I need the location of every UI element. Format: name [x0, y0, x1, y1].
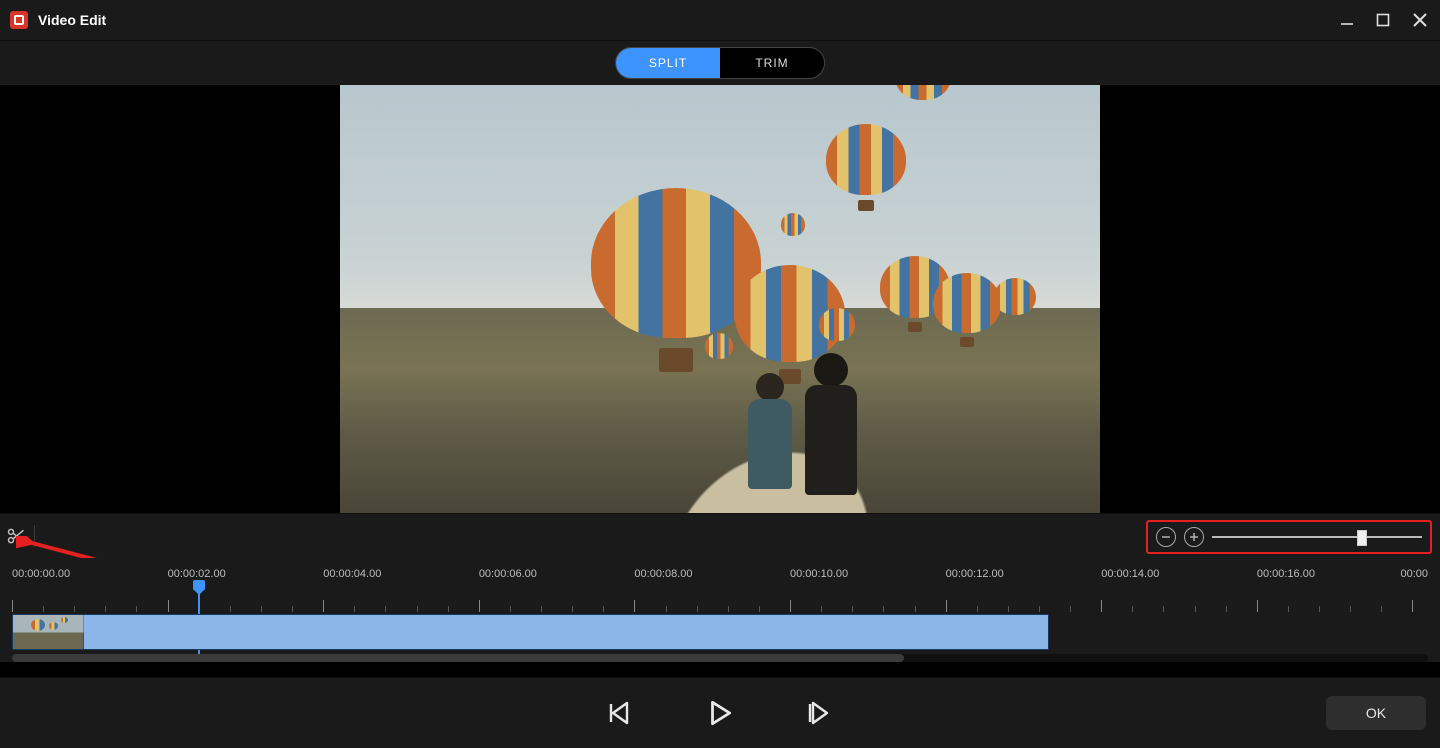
window-title: Video Edit — [38, 12, 106, 28]
ruler-label: 00:00:10.00 — [790, 568, 848, 580]
step-forward-button[interactable] — [805, 699, 833, 727]
timeline-track[interactable] — [12, 614, 1428, 648]
ruler-label: 00:00:06.00 — [479, 568, 537, 580]
ruler-label: 00:00:00.00 — [12, 568, 70, 580]
timeline-toolbar — [0, 513, 1440, 558]
clip-thumbnail — [13, 615, 84, 649]
split-scissors-button[interactable] — [4, 524, 28, 548]
tab-trim[interactable]: TRIM — [720, 48, 824, 78]
toolbar-divider — [34, 525, 35, 547]
playback-controls: OK — [0, 677, 1440, 748]
zoom-out-button[interactable] — [1156, 527, 1176, 547]
tab-split[interactable]: SPLIT — [616, 48, 720, 78]
ruler-label: 00:00:14.00 — [1101, 568, 1159, 580]
scissors-icon — [6, 526, 26, 546]
zoom-in-button[interactable] — [1184, 527, 1204, 547]
video-preview[interactable] — [340, 85, 1100, 513]
play-button[interactable] — [705, 698, 735, 728]
ruler-label: 00:00:04.00 — [323, 568, 381, 580]
ruler-label: 00:00:12.00 — [946, 568, 1004, 580]
ok-button[interactable]: OK — [1326, 696, 1426, 730]
plus-icon — [1189, 532, 1199, 542]
minus-icon — [1161, 532, 1171, 542]
mode-tabbar: SPLIT TRIM — [0, 40, 1440, 85]
window-controls — [1340, 12, 1428, 28]
maximize-button[interactable] — [1376, 13, 1390, 27]
step-back-button[interactable] — [607, 699, 635, 727]
timeline-scrollbar[interactable] — [12, 654, 1428, 662]
timeline-ruler[interactable]: 00:00:00.00 00:00:02.00 00:00:04.00 00:00:0… — [12, 568, 1428, 612]
mode-pill: SPLIT TRIM — [615, 47, 825, 79]
titlebar-left: Video Edit — [10, 11, 106, 29]
close-button[interactable] — [1412, 12, 1428, 28]
zoom-slider[interactable] — [1212, 528, 1422, 546]
step-forward-icon — [805, 699, 833, 727]
play-icon — [705, 698, 735, 728]
ruler-label: 00:00:08.00 — [634, 568, 692, 580]
preview-area — [0, 85, 1440, 513]
app-logo-icon — [10, 11, 28, 29]
timeline-area: 00:00:00.00 00:00:02.00 00:00:04.00 00:00:0… — [0, 558, 1440, 662]
step-back-icon — [607, 699, 635, 727]
timeline-scrollbar-thumb[interactable] — [12, 654, 904, 662]
timeline-ticks — [12, 586, 1428, 612]
ruler-label: 00:00 — [1400, 568, 1428, 580]
zoom-slider-thumb[interactable] — [1357, 530, 1367, 546]
zoom-controls — [1146, 520, 1432, 554]
timeline-clip[interactable] — [12, 614, 1049, 650]
titlebar: Video Edit — [0, 0, 1440, 40]
ruler-label: 00:00:16.00 — [1257, 568, 1315, 580]
minimize-button[interactable] — [1340, 13, 1354, 27]
ruler-label: 00:00:02.00 — [168, 568, 226, 580]
